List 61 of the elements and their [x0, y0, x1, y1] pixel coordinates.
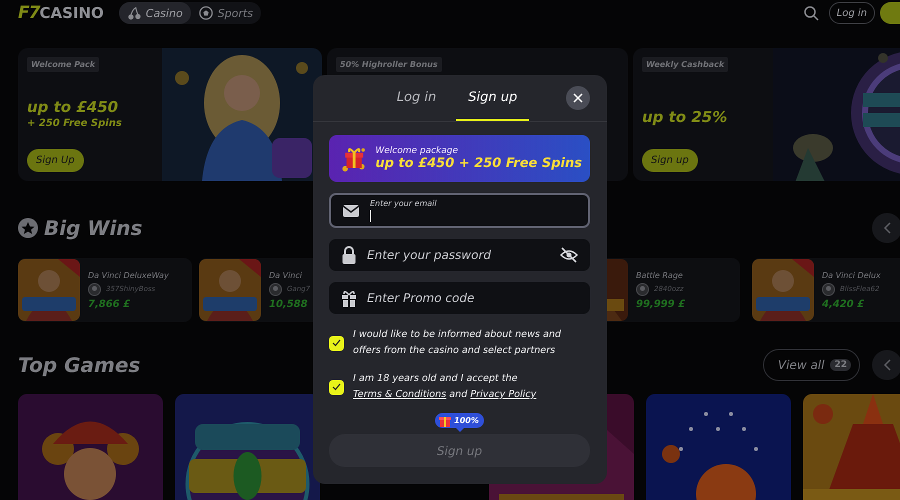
tab[interactable]: Log in	[384, 75, 448, 121]
checkbox[interactable]	[329, 336, 344, 350]
avatar-icon	[822, 282, 835, 296]
promo-tag: 50% Highroller Bonus	[336, 57, 442, 72]
count-badge: 22	[830, 359, 851, 371]
cherry-icon	[126, 6, 141, 20]
logo-text: CASINO	[39, 4, 104, 22]
checkbox[interactable]	[329, 380, 344, 394]
promo-subline: + 250 Free Spins	[27, 118, 122, 129]
section-title: Top Games	[18, 353, 140, 377]
signup-button[interactable]: Sign Up	[27, 149, 84, 172]
password-input[interactable]: Enter your password	[367, 248, 550, 262]
game-title: Da Vinci Delux	[822, 270, 881, 280]
ball-icon	[198, 6, 213, 20]
search-icon[interactable]	[804, 6, 819, 20]
link[interactable]: Terms & Conditions	[353, 389, 446, 400]
badge-text: 100%	[454, 416, 479, 425]
email-field[interactable]: Enter your email	[329, 193, 590, 228]
promo-headline: up to £450	[27, 98, 118, 116]
game-title: Battle Rage	[636, 270, 684, 280]
gift-icon	[439, 414, 452, 426]
chevron-left-icon	[882, 359, 892, 371]
promo-headline: up to 25%	[642, 108, 728, 126]
win-amount: 4,420 £	[822, 298, 866, 310]
game-title: Da Vinci	[269, 270, 303, 280]
avatar-icon	[88, 282, 101, 296]
gift-icon	[341, 289, 357, 307]
tab[interactable]: Sign up	[456, 75, 530, 121]
close-button[interactable]	[566, 86, 590, 110]
text-cursor	[370, 210, 371, 222]
signup-button[interactable]: Sign up	[642, 149, 698, 172]
consent-text: I would like to be informed about news and offers from the casino and select partners	[353, 328, 562, 358]
banner-offer: up to £450 + 250 Free Spins	[375, 156, 582, 171]
game-title: Da Vinci DeluxeWay	[88, 270, 169, 280]
field-label: Enter your email	[370, 199, 438, 208]
consent-text: I am 18 years old and I accept the Terms & Conditions and Privacy Policy	[353, 372, 538, 402]
section-title: Big Wins	[44, 216, 142, 240]
win-amount: 99,999 £	[636, 298, 686, 310]
password-field[interactable]: Enter your password	[329, 239, 590, 271]
promo-input[interactable]: Enter Promo code	[367, 291, 578, 305]
view-all-button[interactable]: View all 22	[762, 349, 860, 381]
logo-mark: F7	[18, 3, 40, 23]
nav-tab[interactable]: Sports	[190, 2, 261, 24]
win-amount: 7,866 £	[88, 298, 132, 310]
link[interactable]: Privacy Policy	[470, 389, 536, 400]
avatar-icon	[269, 282, 282, 296]
login-button[interactable]: Log in	[828, 2, 875, 24]
lock-icon	[341, 246, 357, 264]
check-icon	[332, 383, 341, 391]
nav-tab[interactable]: Casino	[118, 2, 191, 24]
avatar-icon	[636, 282, 649, 296]
close-icon	[573, 93, 583, 103]
promo-tag: Weekly Cashback	[642, 57, 728, 72]
check-icon	[332, 339, 341, 347]
win-amount: 10,588	[269, 298, 309, 310]
chevron-left-icon	[882, 222, 892, 234]
eye-slash-icon	[560, 247, 578, 263]
promo-field[interactable]: Enter Promo code	[329, 282, 590, 314]
promo-tag: Welcome Pack	[27, 57, 100, 72]
banner-title: Welcome package	[375, 146, 460, 156]
header-button[interactable]	[880, 2, 900, 24]
